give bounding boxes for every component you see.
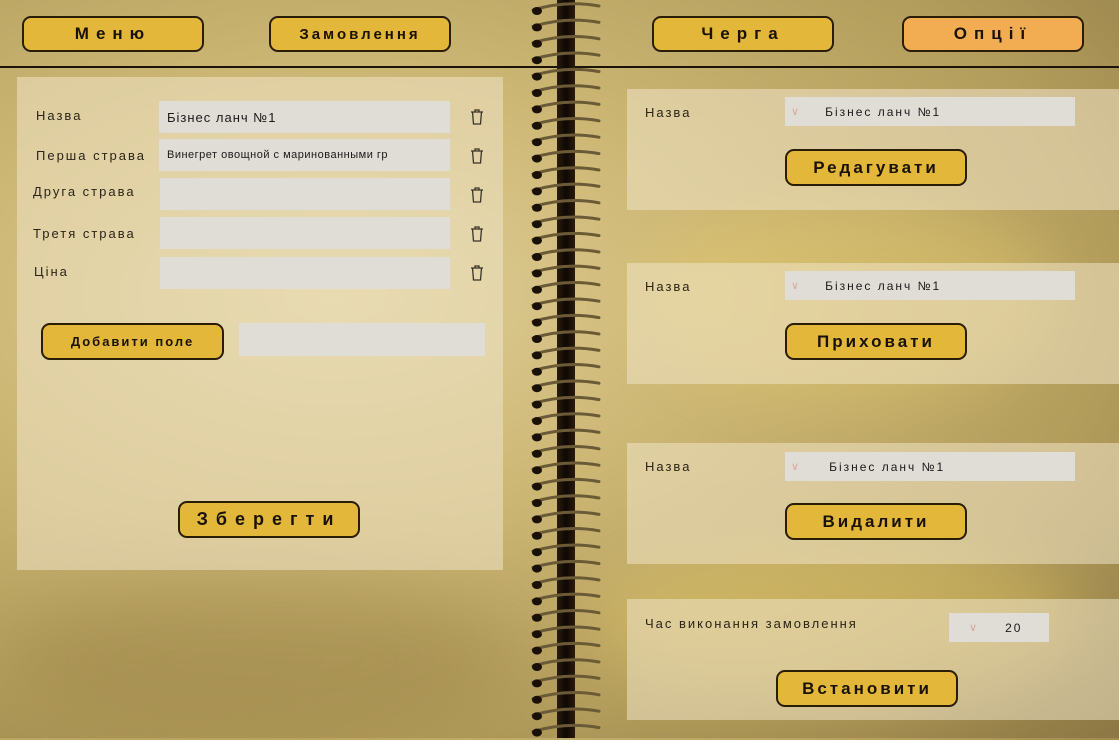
spiral-hole — [532, 679, 542, 688]
spiral-hole — [532, 253, 542, 261]
spiral-hole — [532, 302, 542, 311]
spiral-hole — [532, 269, 542, 278]
third-course-input[interactable] — [160, 217, 450, 249]
field-label-third-course: Третя страва — [33, 226, 136, 241]
field-label-second-course: Друга страва — [33, 184, 136, 199]
spiral-hole — [532, 613, 542, 622]
spiral-hole — [532, 433, 542, 442]
spiral-hole — [532, 154, 542, 163]
spiral-hole — [532, 449, 542, 458]
hide-dish-selected: Бізнес ланч №1 — [825, 278, 942, 293]
spiral-hole — [532, 121, 542, 130]
chevron-down-icon: ∨ — [791, 280, 802, 292]
spiral-hole — [532, 171, 542, 179]
delete-dish-select[interactable]: ∨ Бізнес ланч №1 — [785, 452, 1075, 481]
hide-button[interactable]: Приховати — [785, 323, 967, 360]
spiral-hole — [532, 482, 542, 491]
spiral-hole — [532, 367, 542, 376]
spiral-hole — [532, 581, 542, 589]
spiral-hole — [532, 597, 542, 606]
spiral-hole — [532, 417, 542, 425]
spiral-hole — [532, 89, 542, 97]
chevron-down-icon: ∨ — [791, 461, 802, 473]
edit-button[interactable]: Редагувати — [785, 149, 967, 186]
spiral-hole — [532, 695, 542, 704]
field-label-first-course: Перша страва — [36, 148, 146, 163]
spiral-hole — [532, 187, 542, 196]
delete-button[interactable]: Видалити — [785, 503, 967, 540]
second-course-input[interactable] — [160, 178, 450, 210]
spiral-hole — [532, 56, 542, 65]
spiral-hole — [532, 138, 542, 147]
spiral-hole — [532, 712, 542, 721]
edit-name-label: Назва — [645, 105, 692, 120]
nav-orders-button[interactable]: Замовлення — [269, 16, 451, 52]
edit-dish-selected: Бізнес ланч №1 — [825, 104, 942, 119]
new-field-name-input[interactable] — [239, 323, 485, 356]
trash-icon[interactable] — [469, 225, 485, 243]
spiral-hole — [532, 400, 542, 409]
order-time-label: Час виконання замовлення — [645, 616, 858, 631]
spiral-hole — [532, 335, 542, 343]
delete-name-label: Назва — [645, 459, 692, 474]
trash-icon[interactable] — [469, 147, 485, 165]
trash-icon[interactable] — [469, 264, 485, 282]
chevron-down-icon: ∨ — [969, 622, 980, 634]
add-field-button[interactable]: Добавити поле — [41, 323, 224, 360]
spiral-hole — [532, 564, 542, 573]
nav-menu-button[interactable]: Меню — [22, 16, 204, 52]
nav-options-button[interactable]: Опції — [902, 16, 1084, 52]
nav-queue-button[interactable]: Черга — [652, 16, 834, 52]
trash-icon[interactable] — [469, 108, 485, 126]
spiral-hole — [532, 548, 542, 557]
spiral-hole — [532, 630, 542, 639]
spiral-hole — [532, 351, 542, 360]
spiral-hole — [532, 23, 542, 32]
delete-dish-selected: Бізнес ланч №1 — [829, 459, 946, 474]
spiral-hole — [532, 7, 542, 15]
spiral-hole — [532, 515, 542, 524]
spiral-hole — [532, 499, 542, 507]
edit-dish-select[interactable]: ∨ Бізнес ланч №1 — [785, 97, 1075, 126]
spiral-hole — [532, 663, 542, 671]
price-input[interactable] — [160, 257, 450, 289]
save-button[interactable]: Зберегти — [178, 501, 360, 538]
chevron-down-icon: ∨ — [791, 106, 802, 118]
hide-name-label: Назва — [645, 279, 692, 294]
spiral-hole — [532, 236, 542, 245]
spiral-hole — [532, 203, 542, 212]
spiral-hole — [532, 39, 542, 48]
trash-icon[interactable] — [469, 186, 485, 204]
set-time-button[interactable]: Встановити — [776, 670, 958, 707]
first-course-input[interactable]: Винегрет овощной с маринованными гр — [159, 139, 450, 171]
spiral-hole — [532, 646, 542, 655]
spiral-hole — [532, 384, 542, 393]
spiral-hole — [532, 531, 542, 540]
hide-dish-select[interactable]: ∨ Бізнес ланч №1 — [785, 271, 1075, 300]
field-label-price: Ціна — [34, 264, 69, 279]
notebook-spiral — [531, 0, 601, 738]
dish-name-input[interactable]: Бізнес ланч №1 — [159, 101, 450, 133]
spiral-hole — [532, 220, 542, 229]
spiral-hole — [532, 466, 542, 475]
spiral-hole — [532, 728, 542, 737]
spiral-hole — [532, 285, 542, 294]
spiral-hole — [532, 105, 542, 114]
order-time-selected: 20 — [1005, 620, 1023, 635]
spiral-hole — [532, 72, 542, 81]
spiral-hole — [532, 318, 542, 327]
order-time-select[interactable]: ∨ 20 — [949, 613, 1049, 642]
field-label-name: Назва — [36, 108, 83, 123]
